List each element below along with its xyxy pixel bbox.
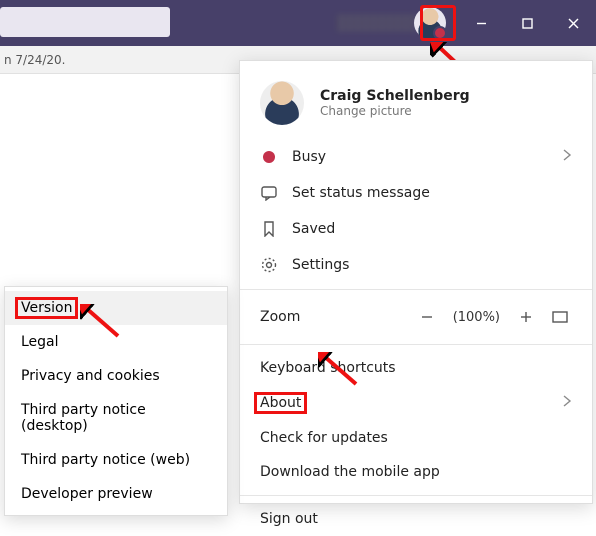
about-submenu: Version Legal Privacy and cookies Third … [4,286,228,516]
tpn-web-label: Third party notice (web) [21,452,190,468]
set-status-label: Set status message [292,185,430,201]
annotation-box-version: Version [15,297,78,319]
profile-name: Craig Schellenberg [320,88,470,104]
chevron-right-icon [562,394,572,412]
version-label: Version [21,300,72,316]
saved-label: Saved [292,221,335,237]
set-status-message[interactable]: Set status message [240,175,592,211]
about-label: About [260,395,301,411]
chevron-right-icon [562,148,572,166]
close-button[interactable] [550,0,596,46]
settings-label: Settings [292,257,349,273]
about-button[interactable]: About [240,385,592,421]
maximize-icon [522,18,533,29]
zoom-in-button[interactable] [514,305,538,329]
separator [240,495,592,496]
gear-icon [260,256,278,274]
shortcuts-label: Keyboard shortcuts [260,360,396,376]
tpn-desktop-label: Third party notice (desktop) [21,402,146,434]
change-picture-link[interactable]: Change picture [320,104,470,118]
dev-preview-label: Developer preview [21,486,153,502]
maximize-button[interactable] [504,0,550,46]
about-tpn-web-button[interactable]: Third party notice (web) [5,443,227,477]
about-tpn-desktop-button[interactable]: Third party notice (desktop) [5,393,227,443]
download-app-label: Download the mobile app [260,464,440,480]
zoom-label: Zoom [260,309,300,325]
minimize-button[interactable] [458,0,504,46]
info-banner-text: n 7/24/20. [4,53,66,67]
status-row[interactable]: Busy [240,139,592,175]
zoom-percent: (100%) [449,310,504,325]
title-bar [0,0,596,46]
separator [240,289,592,290]
sign-out-button[interactable]: Sign out [240,502,592,536]
profile-header: Craig Schellenberg Change picture [240,77,592,139]
legal-label: Legal [21,334,59,350]
about-legal-button[interactable]: Legal [5,325,227,359]
sign-out-label: Sign out [260,511,318,527]
settings-button[interactable]: Settings [240,247,592,283]
privacy-label: Privacy and cookies [21,368,160,384]
saved-button[interactable]: Saved [240,211,592,247]
status-message-icon [260,184,278,202]
check-updates-button[interactable]: Check for updates [240,421,592,455]
fullscreen-button[interactable] [548,305,572,329]
profile-flyout: Craig Schellenberg Change picture Busy S… [239,60,593,504]
profile-avatar-large [260,81,304,125]
annotation-box-about: About [254,392,307,414]
bookmark-icon [260,220,278,238]
keyboard-shortcuts-button[interactable]: Keyboard shortcuts [240,351,592,385]
search-input[interactable] [0,7,170,37]
busy-status-icon [260,148,278,166]
profile-avatar-button[interactable] [414,7,446,39]
org-name-blurred [336,14,416,32]
zoom-out-button[interactable] [415,305,439,329]
close-icon [568,18,579,29]
separator [240,344,592,345]
about-privacy-button[interactable]: Privacy and cookies [5,359,227,393]
minimize-icon [476,18,487,29]
about-version-button[interactable]: Version [5,291,227,325]
check-updates-label: Check for updates [260,430,388,446]
zoom-row: Zoom (100%) [240,296,592,338]
about-dev-preview-button[interactable]: Developer preview [5,477,227,511]
download-app-button[interactable]: Download the mobile app [240,455,592,489]
status-label: Busy [292,149,326,165]
